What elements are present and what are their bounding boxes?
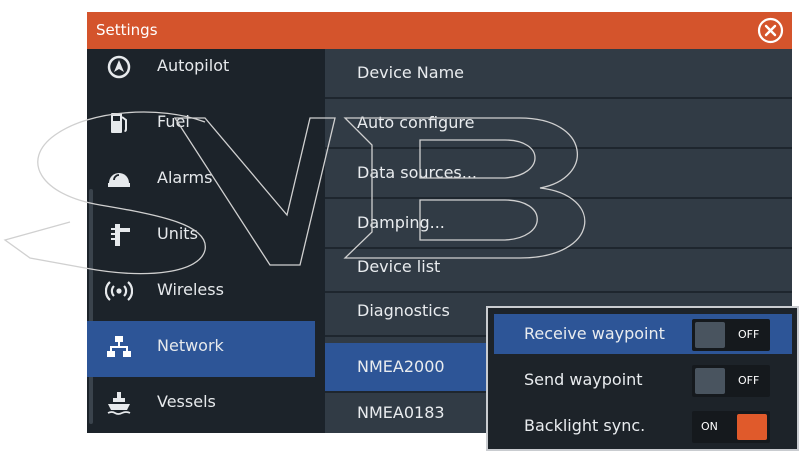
row-label: NMEA2000 [357,357,445,376]
sidebar-item-label: Wireless [157,280,224,299]
sidebar-item-wireless[interactable]: Wireless [87,265,315,321]
row-label: Damping... [357,213,445,232]
backlight-sync-row[interactable]: Backlight sync. ON [494,406,792,446]
window-title: Settings [96,21,158,39]
backlight-sync-toggle[interactable]: ON [692,411,770,443]
wireless-icon [105,281,133,301]
sidebar-item-fuel[interactable]: Fuel [87,97,315,153]
sidebar-item-network[interactable]: Network [87,321,315,377]
receive-waypoint-row[interactable]: Receive waypoint OFF [494,314,792,354]
toggle-state: ON [701,420,718,433]
row-label: Diagnostics [357,301,450,320]
backlight-sync-label: Backlight sync. [524,416,646,435]
sidebar-item-autopilot[interactable]: Autopilot [87,41,315,97]
row-label: Device list [357,257,441,276]
close-icon[interactable] [757,17,784,44]
sidebar-item-label: Units [157,224,198,243]
sidebar-item-label: Autopilot [157,56,230,75]
alarm-icon [108,173,130,187]
row-device-list[interactable]: Device list [325,243,792,293]
sidebar-item-alarms[interactable]: Alarms [87,153,315,209]
units-icon [111,224,130,246]
row-label: NMEA0183 [357,403,445,422]
toggle-knob [695,322,725,348]
row-label: Data sources... [357,163,478,182]
sidebar-item-label: Vessels [157,392,216,411]
send-waypoint-toggle[interactable]: OFF [692,365,770,397]
autopilot-icon [107,55,131,79]
receive-waypoint-toggle[interactable]: OFF [692,319,770,351]
row-data-sources[interactable]: Data sources... [325,149,792,199]
vessels-icon [107,392,131,415]
nmea2000-popup: Receive waypoint OFF Send waypoint OFF B… [486,306,799,451]
row-label: Auto configure [357,113,475,132]
row-damping[interactable]: Damping... [325,199,792,249]
row-auto-configure[interactable]: Auto configure [325,99,792,149]
toggle-state: OFF [738,328,760,341]
toggle-knob [695,368,725,394]
network-icon [107,336,131,357]
row-label: Device Name [357,63,465,82]
send-waypoint-row[interactable]: Send waypoint OFF [494,360,792,400]
sidebar-item-label: Fuel [157,112,190,131]
receive-waypoint-label: Receive waypoint [524,324,665,343]
sidebar-item-vessels[interactable]: Vessels [87,377,315,433]
sidebar-item-units[interactable]: Units [87,209,315,265]
send-waypoint-label: Send waypoint [524,370,643,389]
toggle-knob [737,414,767,440]
sidebar-item-label: Network [157,336,224,355]
row-device-name[interactable]: Device Name [325,49,792,99]
fuel-icon [111,113,127,133]
toggle-state: OFF [738,374,760,387]
sidebar-item-label: Alarms [157,168,213,187]
settings-sidebar: Autopilot Fuel Alarms Units Wireless Net… [87,49,324,433]
